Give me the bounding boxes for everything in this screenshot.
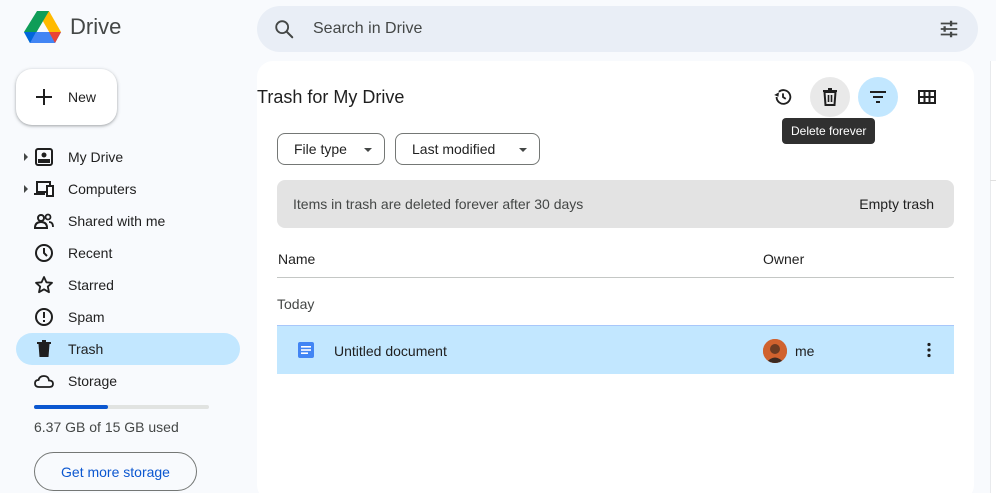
- file-type-filter[interactable]: File type: [277, 133, 385, 165]
- storage-used-text: 6.37 GB of 15 GB used: [34, 419, 179, 435]
- cloud-icon: [34, 375, 54, 388]
- avatar: [763, 339, 787, 363]
- my-drive-icon: [35, 148, 53, 166]
- google-doc-icon: [298, 342, 314, 358]
- sidebar-item-starred[interactable]: Starred: [16, 269, 240, 301]
- storage-progress-fill: [34, 405, 108, 409]
- sidebar-item-recent[interactable]: Recent: [16, 237, 240, 269]
- sidebar-item-label: Recent: [68, 245, 113, 261]
- last-modified-filter[interactable]: Last modified: [395, 133, 540, 165]
- new-button-label: New: [68, 89, 97, 105]
- search-icon[interactable]: [273, 18, 295, 40]
- storage-progress-bar: [34, 405, 209, 409]
- sidebar-item-label: My Drive: [68, 149, 124, 165]
- page-title: Trash for My Drive: [257, 87, 405, 107]
- sidebar-item-storage[interactable]: Storage: [16, 365, 240, 397]
- delete-forever-tooltip: Delete forever: [782, 118, 876, 144]
- more-vert-icon[interactable]: [926, 342, 932, 358]
- sidebar-item-label: Spam: [68, 309, 105, 325]
- sidebar-item-spam[interactable]: Spam: [16, 301, 240, 333]
- trash-info-banner: Items in trash are deleted forever after…: [277, 180, 954, 228]
- filter-button[interactable]: [858, 77, 898, 117]
- banner-text: Items in trash are deleted forever after…: [293, 196, 584, 212]
- section-label-today: Today: [277, 296, 315, 312]
- sidebar-item-my-drive[interactable]: My Drive: [16, 141, 240, 173]
- restore-icon: [774, 89, 792, 105]
- filter-icon: [870, 91, 886, 103]
- main-panel: Trash for My Drive Delete forever File t…: [257, 61, 974, 493]
- shared-icon: [34, 213, 54, 229]
- grid-view-icon: [918, 90, 936, 104]
- column-header-owner[interactable]: Owner: [763, 251, 804, 267]
- details-panel-divider: [990, 180, 996, 181]
- drive-logo[interactable]: Drive: [24, 10, 121, 44]
- filter-chip-label: Last modified: [412, 141, 496, 157]
- dropdown-arrow-icon: [364, 148, 372, 152]
- sidebar-item-label: Shared with me: [68, 213, 166, 229]
- column-header-name[interactable]: Name: [278, 251, 315, 267]
- dropdown-arrow-icon: [519, 148, 527, 152]
- file-name: Untitled document: [334, 343, 447, 359]
- sidebar-item-computers[interactable]: Computers: [16, 173, 240, 205]
- computers-icon: [34, 181, 54, 197]
- expand-caret-icon[interactable]: [24, 185, 28, 193]
- sidebar-item-shared[interactable]: Shared with me: [16, 205, 240, 237]
- trash-icon: [823, 88, 837, 106]
- star-icon: [35, 276, 53, 294]
- sidebar-item-label: Trash: [68, 341, 104, 357]
- spam-icon: [35, 308, 53, 326]
- file-row[interactable]: Untitled document me: [277, 325, 954, 374]
- sidebar-item-label: Starred: [68, 277, 114, 293]
- details-panel-edge: [990, 61, 996, 493]
- file-owner: me: [795, 343, 815, 359]
- restore-button[interactable]: [763, 77, 803, 117]
- sidebar-item-trash[interactable]: Trash: [16, 333, 240, 365]
- empty-trash-button[interactable]: Empty trash: [859, 196, 934, 212]
- search-options-icon[interactable]: [938, 18, 960, 40]
- sidebar-item-label: Storage: [68, 373, 118, 389]
- trash-icon: [37, 340, 51, 357]
- filter-chip-label: File type: [294, 141, 347, 157]
- clock-icon: [35, 244, 53, 262]
- delete-forever-button[interactable]: [810, 77, 850, 117]
- get-more-storage-button[interactable]: Get more storage: [34, 452, 197, 491]
- expand-caret-icon[interactable]: [24, 153, 28, 161]
- sidebar-item-label: Computers: [68, 181, 137, 197]
- drive-logo-icon: [24, 11, 61, 43]
- sidebar-nav: My Drive Computers Shared with me Recent…: [16, 141, 240, 397]
- plus-icon: [36, 89, 52, 105]
- search-input[interactable]: [313, 17, 873, 41]
- app-title: Drive: [70, 14, 122, 39]
- new-button[interactable]: New: [16, 69, 117, 125]
- header-divider: [277, 277, 954, 278]
- search-bar[interactable]: [257, 6, 978, 52]
- grid-view-button[interactable]: [907, 77, 947, 117]
